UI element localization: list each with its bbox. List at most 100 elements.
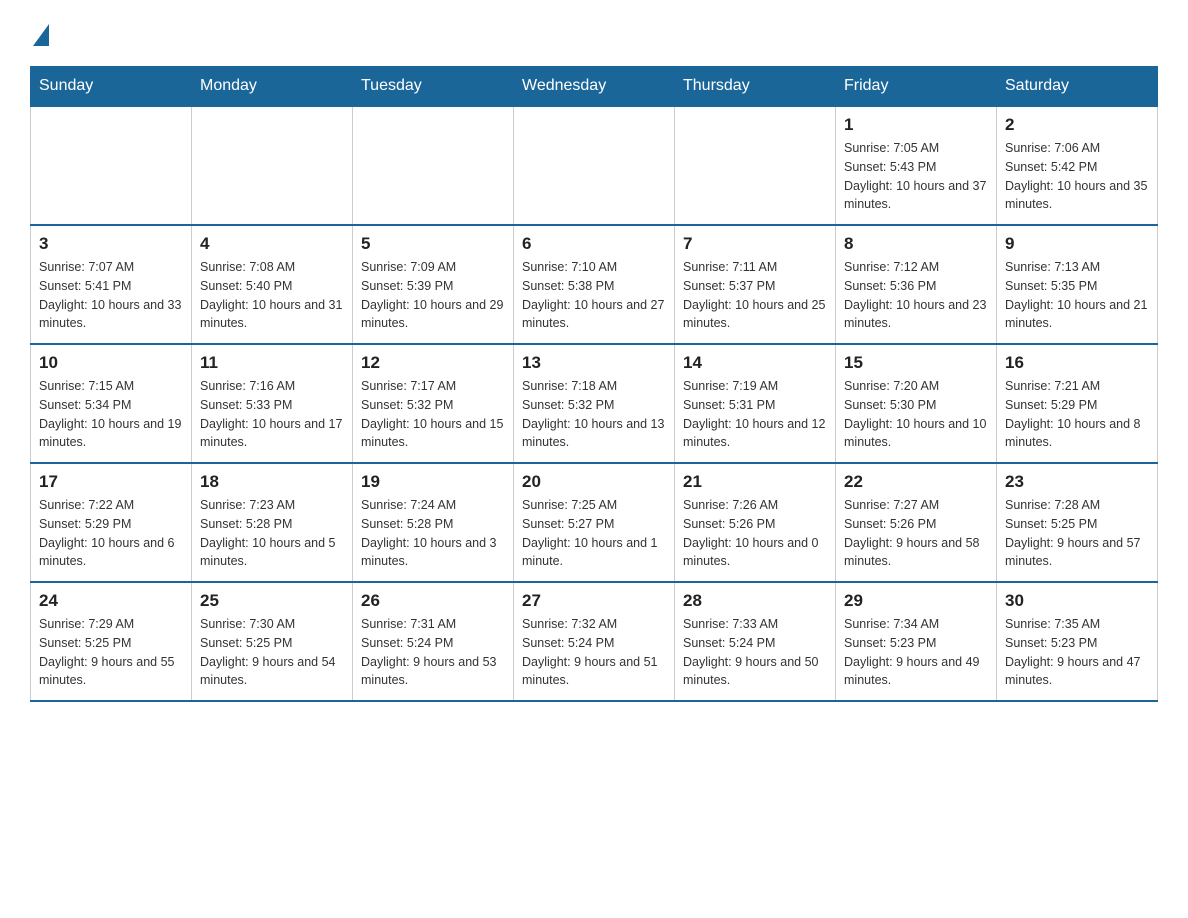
day-info: Sunrise: 7:27 AMSunset: 5:26 PMDaylight:… (844, 496, 988, 571)
day-number: 9 (1005, 234, 1149, 254)
day-number: 4 (200, 234, 344, 254)
day-info: Sunrise: 7:23 AMSunset: 5:28 PMDaylight:… (200, 496, 344, 571)
day-number: 27 (522, 591, 666, 611)
calendar-cell: 4 Sunrise: 7:08 AMSunset: 5:40 PMDaylight… (192, 225, 353, 344)
day-number: 3 (39, 234, 183, 254)
day-info: Sunrise: 7:15 AMSunset: 5:34 PMDaylight:… (39, 377, 183, 452)
day-number: 1 (844, 115, 988, 135)
calendar-cell (353, 106, 514, 225)
calendar-cell: 21 Sunrise: 7:26 AMSunset: 5:26 PMDayligh… (675, 463, 836, 582)
weekday-header-tuesday: Tuesday (353, 67, 514, 107)
day-info: Sunrise: 7:18 AMSunset: 5:32 PMDaylight:… (522, 377, 666, 452)
calendar-cell: 9 Sunrise: 7:13 AMSunset: 5:35 PMDaylight… (997, 225, 1158, 344)
day-info: Sunrise: 7:13 AMSunset: 5:35 PMDaylight:… (1005, 258, 1149, 333)
calendar-cell (675, 106, 836, 225)
day-info: Sunrise: 7:20 AMSunset: 5:30 PMDaylight:… (844, 377, 988, 452)
calendar-cell: 3 Sunrise: 7:07 AMSunset: 5:41 PMDaylight… (31, 225, 192, 344)
day-info: Sunrise: 7:26 AMSunset: 5:26 PMDaylight:… (683, 496, 827, 571)
calendar-cell: 15Sunrise: 7:20 AMSunset: 5:30 PMDayligh… (836, 344, 997, 463)
day-number: 26 (361, 591, 505, 611)
calendar-header: SundayMondayTuesdayWednesdayThursdayFrid… (31, 67, 1158, 107)
weekday-header-thursday: Thursday (675, 67, 836, 107)
day-info: Sunrise: 7:17 AMSunset: 5:32 PMDaylight:… (361, 377, 505, 452)
calendar-cell: 10 Sunrise: 7:15 AMSunset: 5:34 PMDayligh… (31, 344, 192, 463)
calendar-cell: 30 Sunrise: 7:35 AMSunset: 5:23 PMDayligh… (997, 582, 1158, 701)
day-number: 18 (200, 472, 344, 492)
day-number: 11 (200, 353, 344, 373)
day-number: 13 (522, 353, 666, 373)
day-info: Sunrise: 7:05 AMSunset: 5:43 PMDaylight:… (844, 139, 988, 214)
day-info: Sunrise: 7:31 AMSunset: 5:24 PMDaylight:… (361, 615, 505, 690)
calendar-cell: 14 Sunrise: 7:19 AMSunset: 5:31 PMDayligh… (675, 344, 836, 463)
day-info: Sunrise: 7:08 AMSunset: 5:40 PMDaylight:… (200, 258, 344, 333)
calendar-cell: 20Sunrise: 7:25 AMSunset: 5:27 PMDayligh… (514, 463, 675, 582)
day-info: Sunrise: 7:33 AMSunset: 5:24 PMDaylight:… (683, 615, 827, 690)
calendar-cell: 16Sunrise: 7:21 AMSunset: 5:29 PMDayligh… (997, 344, 1158, 463)
calendar-week-row: 10 Sunrise: 7:15 AMSunset: 5:34 PMDayligh… (31, 344, 1158, 463)
day-info: Sunrise: 7:11 AMSunset: 5:37 PMDaylight:… (683, 258, 827, 333)
day-number: 25 (200, 591, 344, 611)
calendar-cell (31, 106, 192, 225)
logo-triangle-icon (33, 24, 49, 46)
day-info: Sunrise: 7:16 AMSunset: 5:33 PMDaylight:… (200, 377, 344, 452)
calendar-table: SundayMondayTuesdayWednesdayThursdayFrid… (30, 66, 1158, 702)
day-number: 16 (1005, 353, 1149, 373)
calendar-body: 1 Sunrise: 7:05 AMSunset: 5:43 PMDaylight… (31, 106, 1158, 701)
weekday-header-saturday: Saturday (997, 67, 1158, 107)
logo (30, 20, 49, 46)
day-number: 14 (683, 353, 827, 373)
calendar-cell: 23 Sunrise: 7:28 AMSunset: 5:25 PMDayligh… (997, 463, 1158, 582)
day-info: Sunrise: 7:32 AMSunset: 5:24 PMDaylight:… (522, 615, 666, 690)
day-number: 5 (361, 234, 505, 254)
day-info: Sunrise: 7:29 AMSunset: 5:25 PMDaylight:… (39, 615, 183, 690)
day-number: 10 (39, 353, 183, 373)
day-number: 22 (844, 472, 988, 492)
calendar-cell: 27 Sunrise: 7:32 AMSunset: 5:24 PMDayligh… (514, 582, 675, 701)
day-info: Sunrise: 7:06 AMSunset: 5:42 PMDaylight:… (1005, 139, 1149, 214)
day-info: Sunrise: 7:12 AMSunset: 5:36 PMDaylight:… (844, 258, 988, 333)
day-info: Sunrise: 7:22 AMSunset: 5:29 PMDaylight:… (39, 496, 183, 571)
weekday-header-monday: Monday (192, 67, 353, 107)
day-info: Sunrise: 7:25 AMSunset: 5:27 PMDaylight:… (522, 496, 666, 571)
calendar-cell (192, 106, 353, 225)
calendar-cell: 25 Sunrise: 7:30 AMSunset: 5:25 PMDayligh… (192, 582, 353, 701)
calendar-cell: 19Sunrise: 7:24 AMSunset: 5:28 PMDayligh… (353, 463, 514, 582)
calendar-cell: 24 Sunrise: 7:29 AMSunset: 5:25 PMDayligh… (31, 582, 192, 701)
calendar-week-row: 3 Sunrise: 7:07 AMSunset: 5:41 PMDaylight… (31, 225, 1158, 344)
calendar-cell: 29 Sunrise: 7:34 AMSunset: 5:23 PMDayligh… (836, 582, 997, 701)
calendar-cell: 26 Sunrise: 7:31 AMSunset: 5:24 PMDayligh… (353, 582, 514, 701)
day-info: Sunrise: 7:30 AMSunset: 5:25 PMDaylight:… (200, 615, 344, 690)
weekday-header-sunday: Sunday (31, 67, 192, 107)
calendar-cell: 18 Sunrise: 7:23 AMSunset: 5:28 PMDayligh… (192, 463, 353, 582)
day-info: Sunrise: 7:34 AMSunset: 5:23 PMDaylight:… (844, 615, 988, 690)
calendar-cell: 8Sunrise: 7:12 AMSunset: 5:36 PMDaylight… (836, 225, 997, 344)
day-number: 21 (683, 472, 827, 492)
calendar-cell: 11 Sunrise: 7:16 AMSunset: 5:33 PMDayligh… (192, 344, 353, 463)
calendar-week-row: 24 Sunrise: 7:29 AMSunset: 5:25 PMDayligh… (31, 582, 1158, 701)
calendar-cell: 2 Sunrise: 7:06 AMSunset: 5:42 PMDaylight… (997, 106, 1158, 225)
calendar-cell: 7 Sunrise: 7:11 AMSunset: 5:37 PMDaylight… (675, 225, 836, 344)
calendar-cell (514, 106, 675, 225)
calendar-cell: 6Sunrise: 7:10 AMSunset: 5:38 PMDaylight… (514, 225, 675, 344)
day-number: 2 (1005, 115, 1149, 135)
calendar-cell: 22 Sunrise: 7:27 AMSunset: 5:26 PMDayligh… (836, 463, 997, 582)
calendar-cell: 12 Sunrise: 7:17 AMSunset: 5:32 PMDayligh… (353, 344, 514, 463)
day-info: Sunrise: 7:28 AMSunset: 5:25 PMDaylight:… (1005, 496, 1149, 571)
day-number: 29 (844, 591, 988, 611)
day-number: 7 (683, 234, 827, 254)
day-number: 24 (39, 591, 183, 611)
calendar-cell: 5Sunrise: 7:09 AMSunset: 5:39 PMDaylight… (353, 225, 514, 344)
weekday-header-row: SundayMondayTuesdayWednesdayThursdayFrid… (31, 67, 1158, 107)
calendar-cell: 28Sunrise: 7:33 AMSunset: 5:24 PMDayligh… (675, 582, 836, 701)
day-info: Sunrise: 7:24 AMSunset: 5:28 PMDaylight:… (361, 496, 505, 571)
day-number: 6 (522, 234, 666, 254)
day-info: Sunrise: 7:07 AMSunset: 5:41 PMDaylight:… (39, 258, 183, 333)
day-info: Sunrise: 7:19 AMSunset: 5:31 PMDaylight:… (683, 377, 827, 452)
day-number: 30 (1005, 591, 1149, 611)
day-info: Sunrise: 7:35 AMSunset: 5:23 PMDaylight:… (1005, 615, 1149, 690)
weekday-header-wednesday: Wednesday (514, 67, 675, 107)
day-number: 12 (361, 353, 505, 373)
day-number: 17 (39, 472, 183, 492)
day-number: 23 (1005, 472, 1149, 492)
calendar-week-row: 1 Sunrise: 7:05 AMSunset: 5:43 PMDaylight… (31, 106, 1158, 225)
